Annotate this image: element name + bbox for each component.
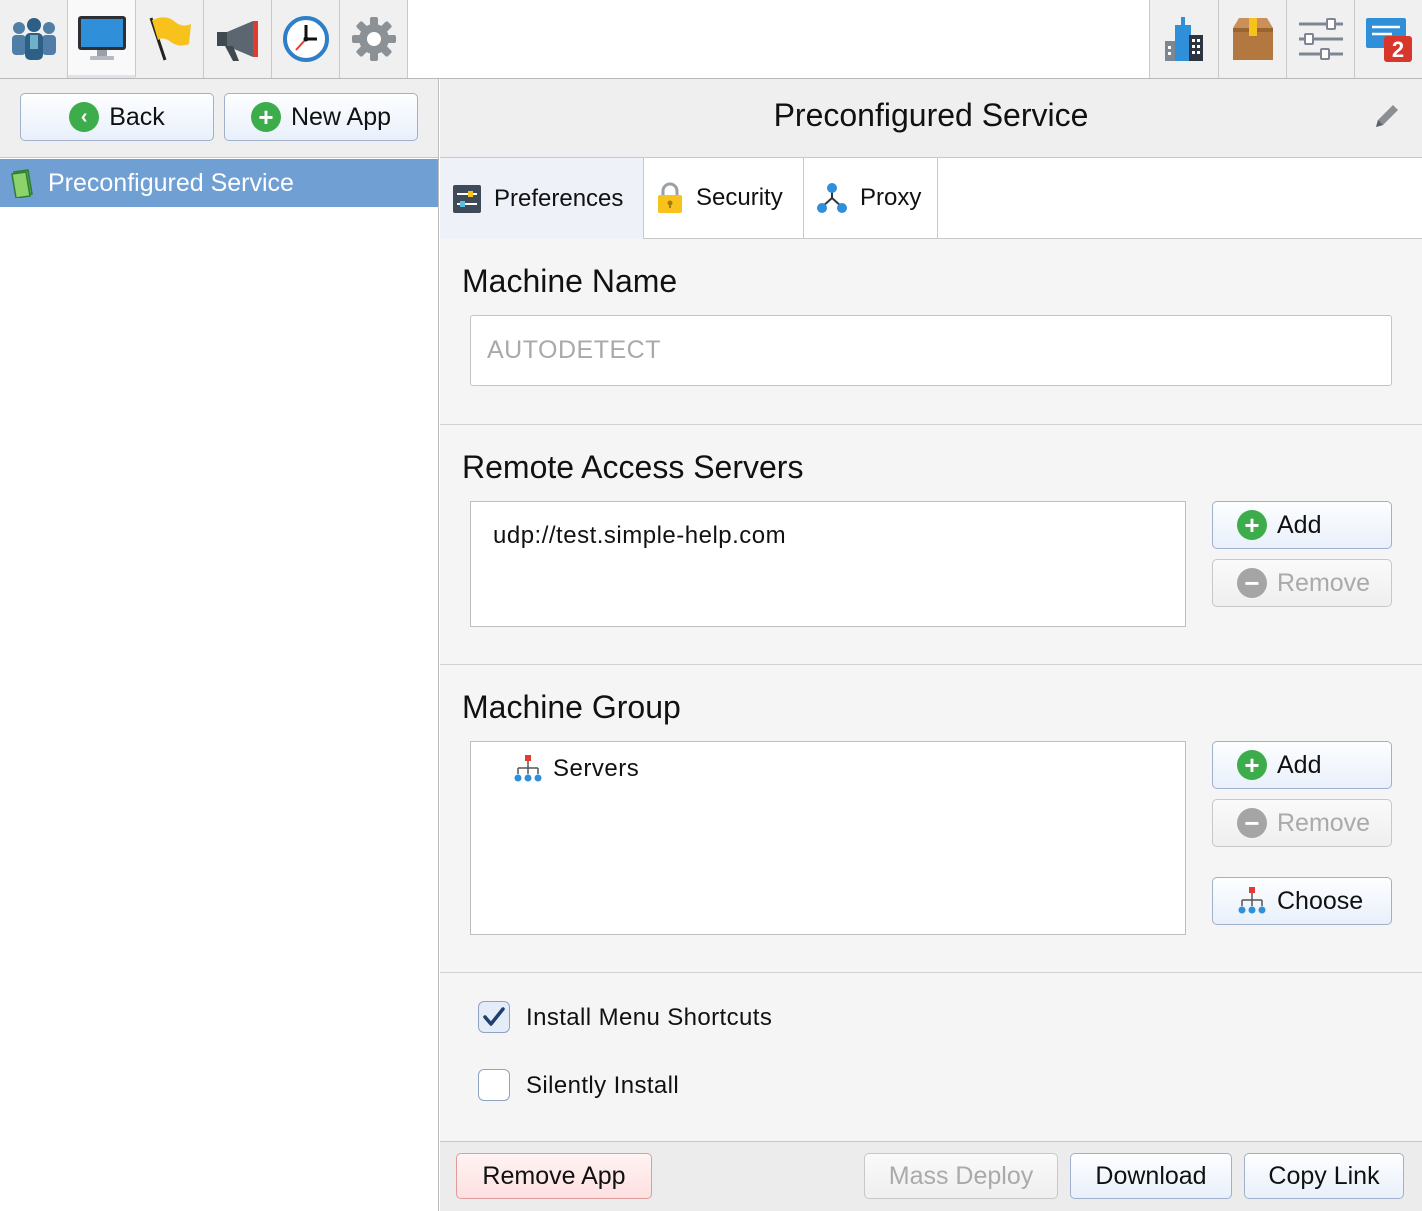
sidebar-toolbar: ‹ Back + New App	[0, 79, 438, 158]
remove-app-label: Remove App	[482, 1161, 626, 1190]
messages-icon: 2	[1365, 18, 1412, 62]
back-arrow-icon: ‹	[69, 102, 100, 132]
remote-access-servers-section: Remote Access Servers udp://test.simple-…	[440, 425, 1422, 665]
list-item[interactable]: Servers	[513, 754, 639, 784]
plus-circle-icon: +	[250, 102, 281, 132]
add-server-button[interactable]: + Add	[1212, 501, 1392, 549]
toolbar-settings-button[interactable]	[340, 0, 408, 78]
remote-access-servers-list[interactable]: udp://test.simple-help.com	[470, 501, 1186, 627]
plus-circle-icon: +	[1237, 510, 1267, 540]
tab-bar: Preferences Security Proxy	[440, 158, 1422, 239]
new-app-button-label: New App	[290, 102, 392, 131]
install-menu-shortcuts-label[interactable]: Install Menu Shortcuts	[526, 1004, 772, 1032]
checkmark-icon	[483, 1007, 505, 1026]
sidebar-item-label: Preconfigured Service	[48, 168, 294, 197]
main-toolbar: 2	[0, 0, 1422, 79]
group-tree-icon	[1238, 887, 1266, 914]
machine-name-placeholder: AUTODETECT	[487, 336, 661, 364]
tab-security-label: Security	[696, 184, 783, 211]
toolbar-monitor-button[interactable]	[68, 0, 136, 78]
mass-deploy-button[interactable]: Mass Deploy	[864, 1153, 1058, 1199]
tab-proxy-label: Proxy	[860, 184, 922, 211]
toolbar-organizations-button[interactable]	[1150, 0, 1218, 78]
silently-install-label[interactable]: Silently Install	[526, 1072, 679, 1100]
remove-app-button[interactable]: Remove App	[456, 1153, 652, 1199]
users-icon	[11, 18, 56, 60]
silently-install-checkbox[interactable]	[478, 1069, 510, 1101]
list-item[interactable]: udp://test.simple-help.com	[493, 522, 786, 550]
app-details-panel: Preconfigured Service Preferences Securi…	[440, 79, 1422, 1211]
tab-preferences-label: Preferences	[494, 184, 624, 212]
group-label: Servers	[553, 755, 640, 782]
machine-group-list[interactable]: Servers	[470, 741, 1186, 935]
remove-group-label: Remove	[1277, 808, 1371, 837]
machine-group-heading: Machine Group	[462, 689, 681, 725]
minus-circle-icon: −	[1237, 568, 1267, 598]
preferences-icon	[453, 184, 481, 213]
download-label: Download	[1095, 1161, 1207, 1190]
proxy-icon	[817, 183, 847, 213]
remote-access-heading: Remote Access Servers	[462, 449, 804, 485]
app-document-icon	[11, 169, 33, 198]
toolbar-package-button[interactable]	[1218, 0, 1286, 78]
add-server-label: Add	[1277, 510, 1322, 539]
lock-icon	[658, 182, 682, 213]
machine-group-section: Machine Group Servers + Add − Remove Cho…	[440, 665, 1422, 973]
toolbar-messages-button[interactable]: 2	[1354, 0, 1422, 78]
toolbar-flag-button[interactable]	[136, 0, 204, 78]
toolbar-right-group: 2	[1149, 0, 1422, 78]
toolbar-clock-button[interactable]	[272, 0, 340, 78]
tab-proxy[interactable]: Proxy	[804, 158, 938, 238]
toolbar-left-group	[0, 0, 408, 78]
new-app-button[interactable]: + New App	[224, 93, 418, 141]
copy-link-label: Copy Link	[1268, 1161, 1380, 1190]
clock-icon	[282, 16, 329, 62]
megaphone-icon	[216, 21, 258, 61]
remove-server-label: Remove	[1277, 568, 1371, 597]
add-group-label: Add	[1277, 750, 1322, 779]
sidebar-item-preconfigured-service[interactable]: Preconfigured Service	[0, 159, 438, 207]
add-group-button[interactable]: + Add	[1212, 741, 1392, 789]
monitor-icon	[77, 15, 126, 60]
machine-name-input[interactable]: AUTODETECT	[470, 315, 1392, 386]
machine-name-section: Machine Name AUTODETECT	[440, 239, 1422, 425]
install-options: Install Menu Shortcuts Silently Install	[440, 973, 1422, 1141]
details-header: Preconfigured Service	[440, 79, 1422, 158]
toolbar-users-button[interactable]	[0, 0, 68, 78]
flag-icon	[149, 17, 191, 61]
install-menu-shortcuts-checkbox[interactable]	[478, 1001, 510, 1033]
minus-circle-icon: −	[1237, 808, 1267, 838]
apps-sidebar: ‹ Back + New App Preconfigured Service	[0, 79, 439, 1211]
toolbar-preferences-button[interactable]	[1286, 0, 1354, 78]
remove-group-button[interactable]: − Remove	[1212, 799, 1392, 847]
package-icon	[1232, 18, 1273, 60]
pencil-icon[interactable]	[1372, 101, 1402, 131]
mass-deploy-label: Mass Deploy	[888, 1161, 1034, 1190]
tab-security[interactable]: Security	[644, 158, 804, 238]
bottom-action-bar: Remove App Mass Deploy Download Copy Lin…	[440, 1141, 1422, 1211]
plus-circle-icon: +	[1237, 750, 1267, 780]
back-button-label: Back	[109, 102, 165, 131]
sliders-icon	[1298, 18, 1343, 60]
messages-badge-count: 2	[1391, 37, 1403, 62]
download-button[interactable]: Download	[1070, 1153, 1232, 1199]
machine-name-heading: Machine Name	[462, 263, 678, 299]
page-title: Preconfigured Service	[773, 97, 1089, 133]
toolbar-megaphone-button[interactable]	[204, 0, 272, 78]
tab-preferences[interactable]: Preferences	[440, 158, 644, 239]
copy-link-button[interactable]: Copy Link	[1244, 1153, 1404, 1199]
group-tree-icon	[514, 755, 542, 782]
choose-group-button[interactable]: Choose	[1212, 877, 1392, 925]
gear-icon	[351, 17, 396, 61]
remove-server-button[interactable]: − Remove	[1212, 559, 1392, 607]
choose-group-label: Choose	[1277, 886, 1364, 915]
buildings-icon	[1165, 17, 1203, 61]
back-button[interactable]: ‹ Back	[20, 93, 214, 141]
